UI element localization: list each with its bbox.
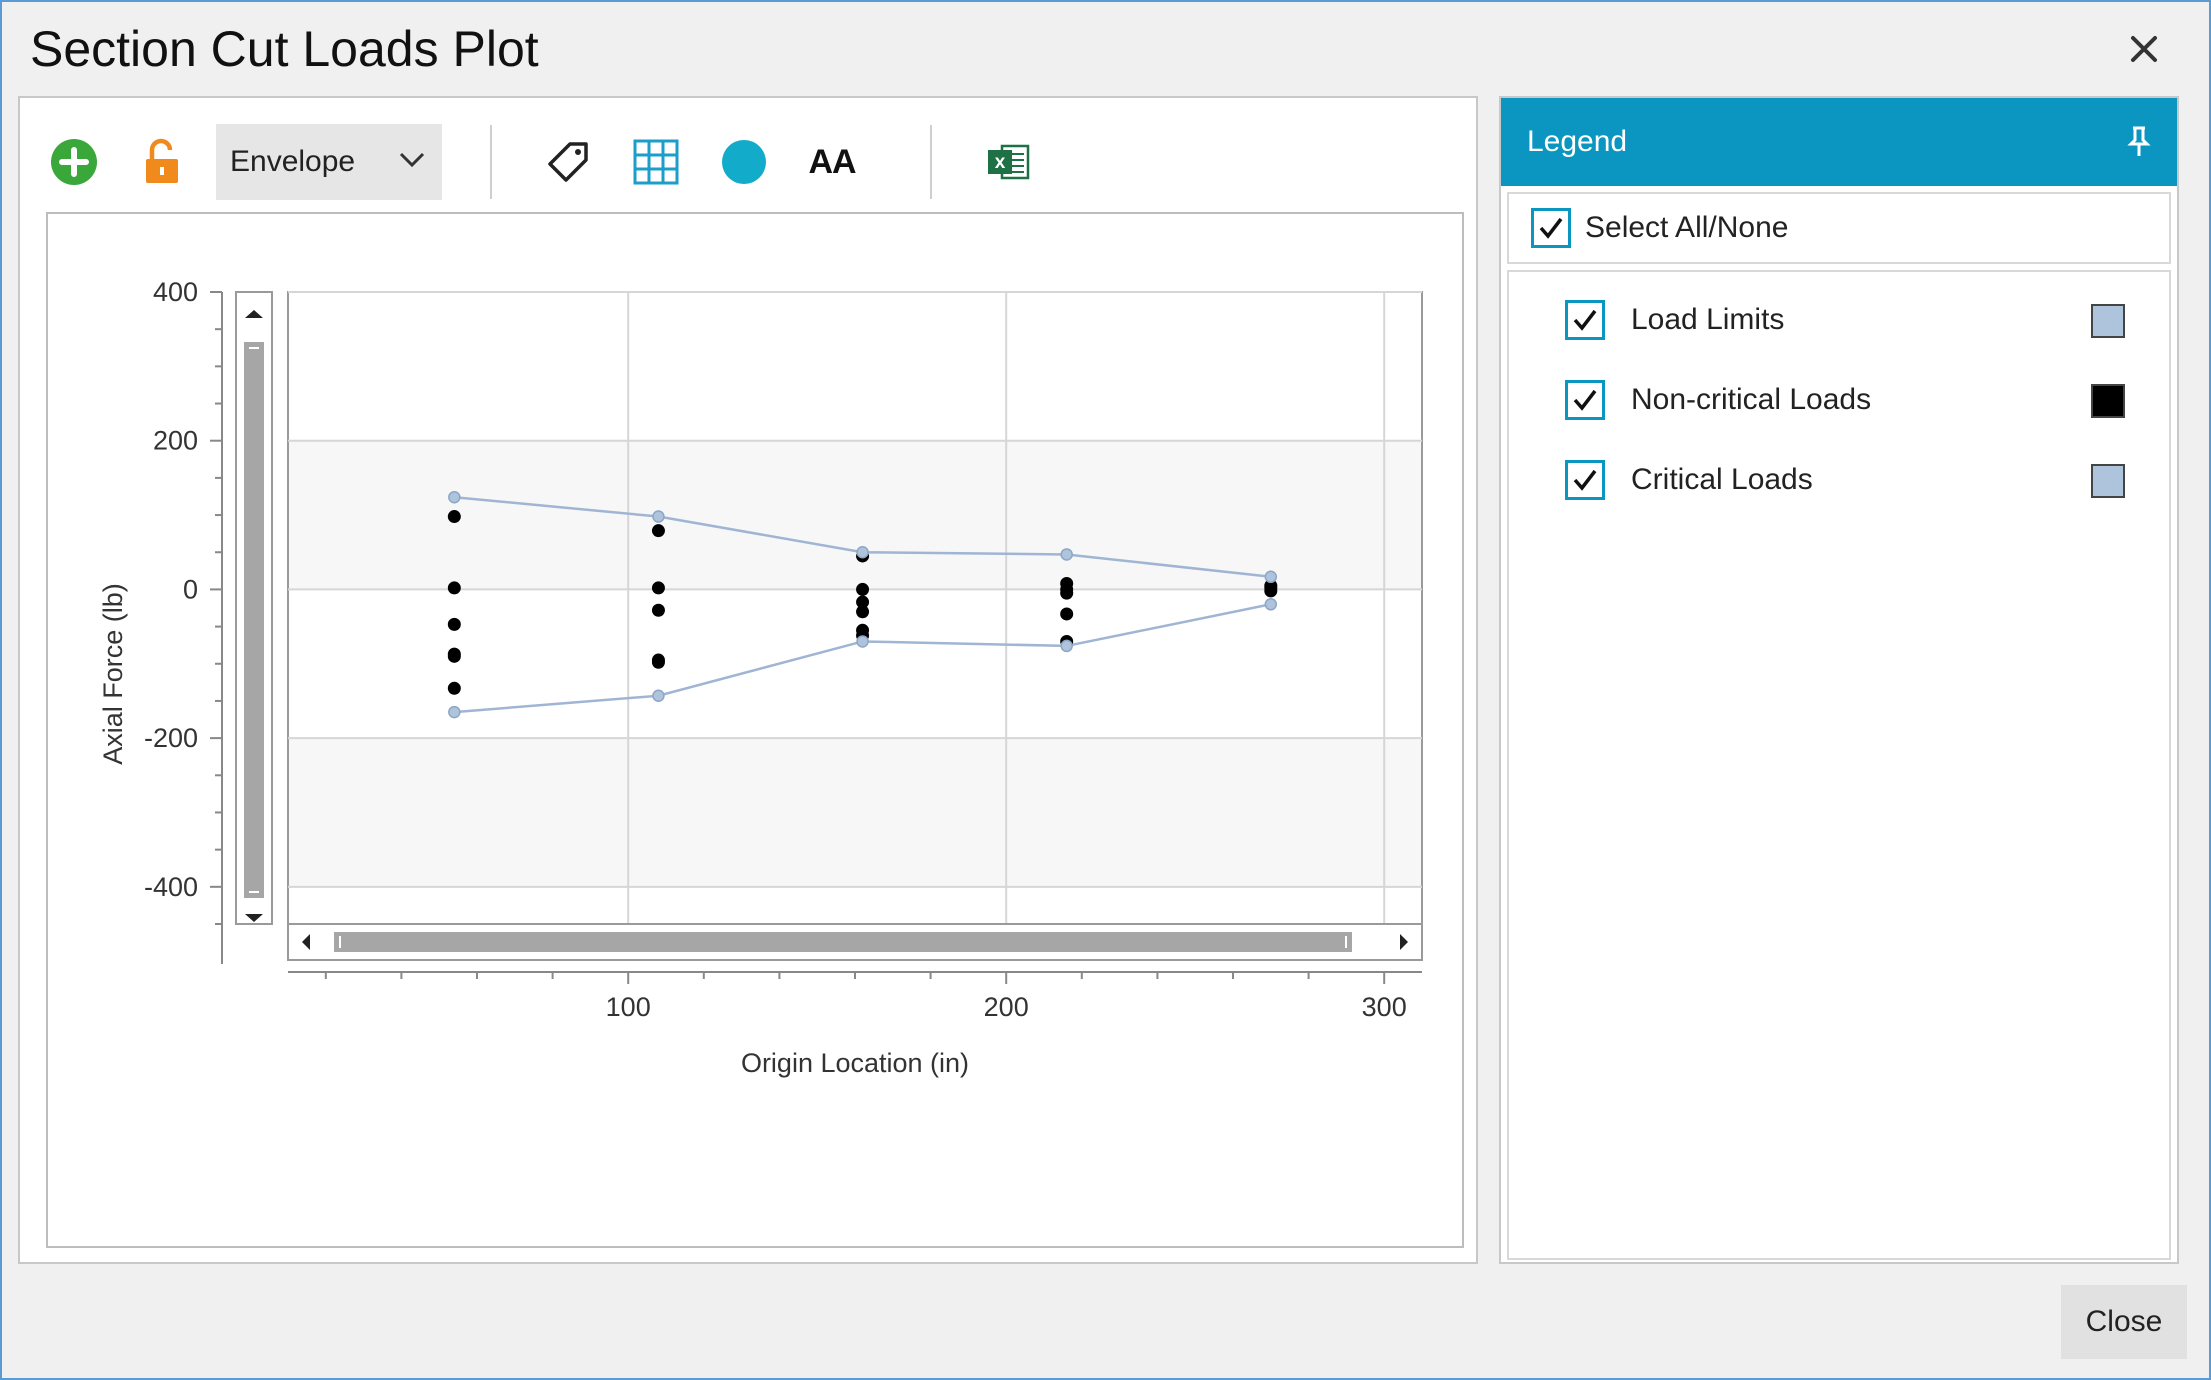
legend-checkbox[interactable] xyxy=(1565,300,1605,340)
critical-loads-point xyxy=(652,689,665,702)
horizontal-scrollbar[interactable] xyxy=(287,923,1423,961)
legend-item-label: Load Limits xyxy=(1631,303,1785,336)
grid-table-icon[interactable] xyxy=(618,124,694,200)
font-size-icon[interactable]: AA xyxy=(794,124,870,200)
critical-loads-point xyxy=(1060,639,1073,653)
x-tick-label: 300 xyxy=(1362,992,1407,1022)
non-critical-loads-point xyxy=(651,603,665,617)
select-all-label: Select All/None xyxy=(1585,211,1789,244)
non-critical-loads-point xyxy=(651,524,665,538)
font-size-icon-text: AA xyxy=(808,142,856,181)
vertical-scroll-thumb[interactable] xyxy=(244,342,264,898)
checkmark-icon xyxy=(1573,389,1597,411)
legend-list: Load Limits Non-critical Loads Critical … xyxy=(1507,270,2171,1260)
section-cut-loads-dialog: Section Cut Loads Plot Envelope AA x 400… xyxy=(0,0,2211,1380)
non-critical-loads-point xyxy=(447,510,461,524)
excel-letter: x xyxy=(995,152,1006,173)
result-type-dropdown[interactable]: Envelope xyxy=(216,124,442,200)
dropdown-value: Envelope xyxy=(230,145,356,178)
checkmark-icon xyxy=(1573,309,1597,331)
critical-loads-point xyxy=(448,490,461,504)
non-critical-loads-point xyxy=(447,617,461,631)
legend-item-non-critical-loads[interactable]: Non-critical Loads xyxy=(1565,370,2125,430)
critical-loads-point xyxy=(1060,548,1073,561)
band xyxy=(289,738,1421,887)
x-tick-label: 100 xyxy=(606,992,651,1022)
legend-item-critical-loads[interactable]: Critical Loads xyxy=(1565,450,2125,510)
y-tick-label: 0 xyxy=(183,574,198,604)
checkmark-icon xyxy=(1573,469,1597,491)
checkmark-icon xyxy=(1539,217,1563,239)
horizontal-scroll-thumb[interactable] xyxy=(334,932,1352,952)
tag-icon[interactable] xyxy=(530,124,606,200)
critical-loads-point xyxy=(1264,598,1278,611)
dialog-title: Section Cut Loads Plot xyxy=(30,21,539,77)
critical-loads-point xyxy=(856,545,869,559)
toolbar-separator-2 xyxy=(930,125,932,199)
vertical-scrollbar[interactable] xyxy=(235,291,273,925)
x-axis-label: Origin Location (in) xyxy=(741,1048,969,1078)
legend-header: Legend xyxy=(1501,98,2177,186)
plot-panel: Envelope AA x 400 200 0 -200 -400 100 20… xyxy=(18,96,1478,1264)
non-critical-loads-point xyxy=(447,581,461,595)
plot-toolbar: Envelope AA x xyxy=(36,124,1058,200)
legend-swatch[interactable] xyxy=(2091,304,2125,338)
y-tick-label: 200 xyxy=(153,426,198,456)
toolbar-separator xyxy=(490,125,492,199)
pin-icon[interactable] xyxy=(2121,124,2157,160)
legend-swatch[interactable] xyxy=(2091,464,2125,498)
non-critical-loads-point xyxy=(447,649,461,663)
unlock-icon[interactable] xyxy=(124,124,200,200)
critical-loads-point xyxy=(448,705,461,719)
excel-export-icon[interactable]: x xyxy=(970,124,1046,200)
legend-panel: Legend Select All/None Load Limits Non-c… xyxy=(1499,96,2179,1264)
non-critical-loads-point xyxy=(856,605,870,619)
y-axis-label: Axial Force (lb) xyxy=(98,583,128,765)
legend-checkbox[interactable] xyxy=(1565,460,1605,500)
chart-area: 400 200 0 -200 -400 100 200 300 Axial Force (lb… xyxy=(46,212,1464,1248)
chevron-down-icon xyxy=(398,151,426,174)
non-critical-loads-point xyxy=(651,581,665,595)
y-tick-label: -200 xyxy=(144,723,198,753)
legend-checkbox[interactable] xyxy=(1565,380,1605,420)
x-tick-label: 200 xyxy=(984,992,1029,1022)
critical-loads-point xyxy=(652,510,665,523)
critical-loads-point xyxy=(1264,570,1278,584)
legend-item-load-limits[interactable]: Load Limits xyxy=(1565,290,2125,350)
non-critical-loads-point xyxy=(651,655,665,669)
legend-item-label: Non-critical Loads xyxy=(1631,383,1872,416)
select-all-checkbox-row[interactable]: Select All/None xyxy=(1507,192,2171,264)
select-all-checkbox[interactable] xyxy=(1531,208,1571,248)
y-tick-label: -400 xyxy=(144,872,198,902)
non-critical-loads-point xyxy=(1060,607,1074,621)
circle-marker-icon[interactable] xyxy=(706,124,782,200)
plus-circle-icon[interactable] xyxy=(36,124,112,200)
legend-title: Legend xyxy=(1527,125,1628,158)
close-icon[interactable] xyxy=(2117,22,2171,76)
axial-force-chart: 400 200 0 -200 -400 100 200 300 Axial Force (lb… xyxy=(98,277,1423,1078)
non-critical-loads-point xyxy=(1264,584,1278,598)
close-button[interactable]: Close xyxy=(2061,1285,2187,1359)
y-tick-label: 400 xyxy=(153,277,198,307)
non-critical-loads-point xyxy=(1060,586,1074,600)
non-critical-loads-point xyxy=(856,582,870,596)
critical-loads-point xyxy=(856,635,869,648)
legend-swatch[interactable] xyxy=(2091,384,2125,418)
non-critical-loads-point xyxy=(447,681,461,695)
legend-item-label: Critical Loads xyxy=(1631,463,1813,496)
